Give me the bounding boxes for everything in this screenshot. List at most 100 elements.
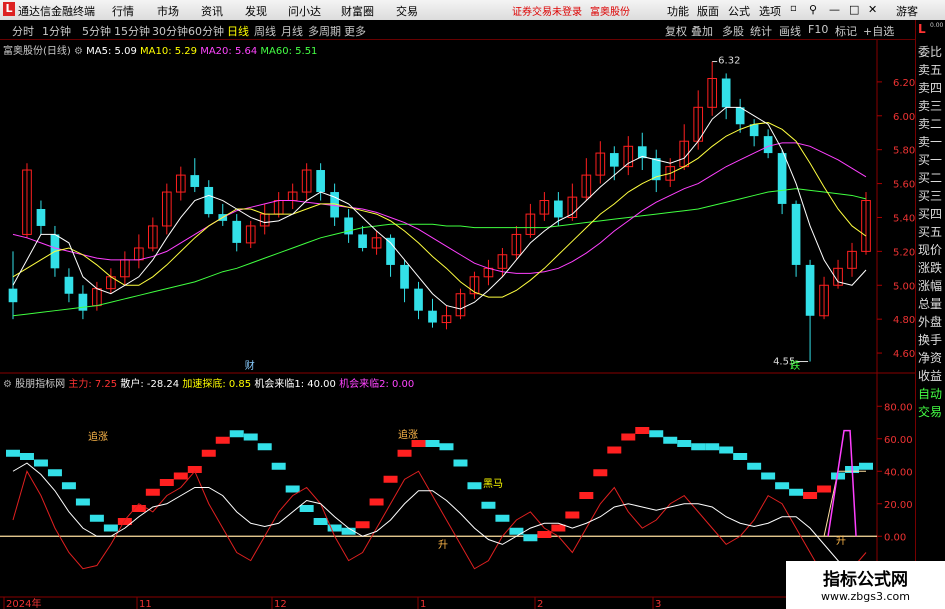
panel-label-1: 卖五 xyxy=(918,63,943,77)
main-force-block xyxy=(75,498,90,506)
indicator-settings-icon[interactable]: ⚙ xyxy=(3,379,12,390)
main-force-block xyxy=(383,475,398,483)
panel-label-15: 外盘 xyxy=(918,315,943,329)
menu-item-formula[interactable]: 公式 xyxy=(728,3,750,19)
guest-label[interactable]: 游客 xyxy=(896,3,918,19)
opportunity2-line xyxy=(827,429,857,537)
main-force-block xyxy=(649,430,664,438)
price-tick-label: 5.40 xyxy=(893,213,915,224)
period-multi[interactable]: 多周期 xyxy=(308,23,341,39)
period-5min[interactable]: 5分钟 xyxy=(82,23,111,39)
panel-label-17: 净资 xyxy=(918,351,943,365)
period-timeshare[interactable]: 分时 xyxy=(12,23,34,39)
price-tick-label: 5.00 xyxy=(893,281,915,292)
panel-label-6: 买一 xyxy=(918,153,943,167)
settings-icon[interactable]: ⚙ xyxy=(74,46,83,57)
price-tick-label: 4.80 xyxy=(893,315,915,326)
main-force-block xyxy=(229,430,244,438)
main-force-block xyxy=(159,479,174,486)
toolbar-mark[interactable]: 标记 xyxy=(835,23,857,39)
panel-top-label: L xyxy=(918,22,926,36)
menu-item-market[interactable]: 市场 xyxy=(157,3,179,19)
candle-body xyxy=(609,153,619,167)
main-force-block xyxy=(299,505,314,512)
app-title: 通达信金融终端 xyxy=(18,5,95,18)
menu-item-quotes[interactable]: 行情 xyxy=(112,3,134,19)
candle-body xyxy=(414,288,423,311)
ma-lines xyxy=(12,106,867,317)
period-1min[interactable]: 1分钟 xyxy=(42,23,71,39)
date-tick-label: 11 xyxy=(139,599,152,609)
period-15min[interactable]: 15分钟 xyxy=(114,23,150,39)
ma5-line xyxy=(12,106,867,310)
panel-label-12: 涨跌 xyxy=(918,261,943,275)
main-force-block xyxy=(635,427,650,434)
login-warning[interactable]: 证券交易未登录 xyxy=(512,3,582,18)
menu-item-function[interactable]: 功能 xyxy=(667,3,689,19)
stock-name-label: 富奥股份(日线) xyxy=(3,46,71,57)
close-icon[interactable]: ✕ xyxy=(868,3,877,16)
toolbar-stats[interactable]: 统计 xyxy=(750,23,772,39)
menu-item-wealth-circle[interactable]: 财富圈 xyxy=(341,3,374,19)
retail-label: 散户: -28.24 xyxy=(120,379,180,390)
candle-body xyxy=(64,276,74,294)
toolbar-multi-stock[interactable]: 多股 xyxy=(722,23,744,39)
menu-item-discover[interactable]: 发现 xyxy=(245,3,267,19)
main-force-block xyxy=(705,443,720,451)
chart-grid xyxy=(0,40,915,609)
panel-label-11: 现价 xyxy=(918,243,943,257)
period-more[interactable]: 更多 xyxy=(344,23,366,39)
panel-label-20[interactable]: 交易 xyxy=(918,403,942,420)
period-30min[interactable]: 30分钟 xyxy=(152,23,188,39)
accel-label: 加速探底: 0.85 xyxy=(182,379,252,390)
candlestick-series xyxy=(8,61,871,362)
main-force-block xyxy=(215,436,230,444)
date-tick-label: 2024年 xyxy=(6,597,41,609)
retail-line xyxy=(12,469,867,583)
candle-body xyxy=(36,209,46,226)
user-icon[interactable]: ⚲ xyxy=(809,3,817,16)
candle-body xyxy=(316,170,325,193)
panel-label-19[interactable]: 自动 xyxy=(918,385,942,402)
main-force-block xyxy=(173,472,188,480)
menu-item-trade[interactable]: 交易 xyxy=(396,3,418,19)
date-tick-label: 2 xyxy=(537,599,543,609)
kline-chart[interactable]: 追涨 追涨黑马升 升 6.20 6.00 5.80 5.60 5.40 5.20 5.00 4.8… xyxy=(0,40,915,609)
menu-item-ask[interactable]: 问小达 xyxy=(288,3,321,19)
ind-tick-label: 20.00 xyxy=(884,500,913,511)
event-marker-cai: 财 xyxy=(245,359,255,372)
period-monthly[interactable]: 月线 xyxy=(281,23,303,39)
date-tick-label: 12 xyxy=(274,599,287,609)
maximize-icon[interactable]: □ xyxy=(849,3,859,16)
menu-item-options[interactable]: 选项 xyxy=(759,3,781,19)
ind-tick-label: 80.00 xyxy=(884,402,913,413)
main-force-block xyxy=(439,443,454,451)
indicator-name[interactable]: 股朋指标网 xyxy=(15,379,65,390)
chase-label-1: 追涨 xyxy=(88,430,108,443)
price-tick-label: 4.60 xyxy=(893,349,915,360)
toolbar-draw[interactable]: 画线 xyxy=(779,23,801,39)
candle-body xyxy=(232,220,242,243)
main-force-block xyxy=(537,531,552,538)
main-force-block xyxy=(495,514,510,522)
toolbar-adjust[interactable]: 复权 xyxy=(665,23,687,39)
main-force-block xyxy=(89,514,104,522)
menu-item-layout[interactable]: 版面 xyxy=(697,3,719,19)
chart-axes: 6.20 6.00 5.80 5.60 5.40 5.20 5.00 4.80 4.60 6.32… xyxy=(3,56,915,609)
toolbar-overlay[interactable]: 叠加 xyxy=(691,23,713,39)
candle-body xyxy=(749,124,759,137)
candle-body xyxy=(358,234,367,248)
panel-label-18: 收益 xyxy=(918,369,943,383)
main-force-block xyxy=(369,498,384,506)
toolbar-add-watchlist[interactable]: +自选 xyxy=(863,23,894,39)
notification-icon[interactable]: ▫ xyxy=(790,3,797,14)
price-tick-label: 6.20 xyxy=(893,78,915,89)
period-60min[interactable]: 60分钟 xyxy=(188,23,224,39)
toolbar-f10[interactable]: F10 xyxy=(808,23,828,36)
minimize-icon[interactable]: — xyxy=(829,3,840,16)
period-daily[interactable]: 日线 xyxy=(227,23,249,39)
panel-label-14: 总量 xyxy=(918,297,943,311)
main-force-block xyxy=(523,534,538,542)
period-weekly[interactable]: 周线 xyxy=(254,23,276,39)
menu-item-news[interactable]: 资讯 xyxy=(201,3,223,19)
